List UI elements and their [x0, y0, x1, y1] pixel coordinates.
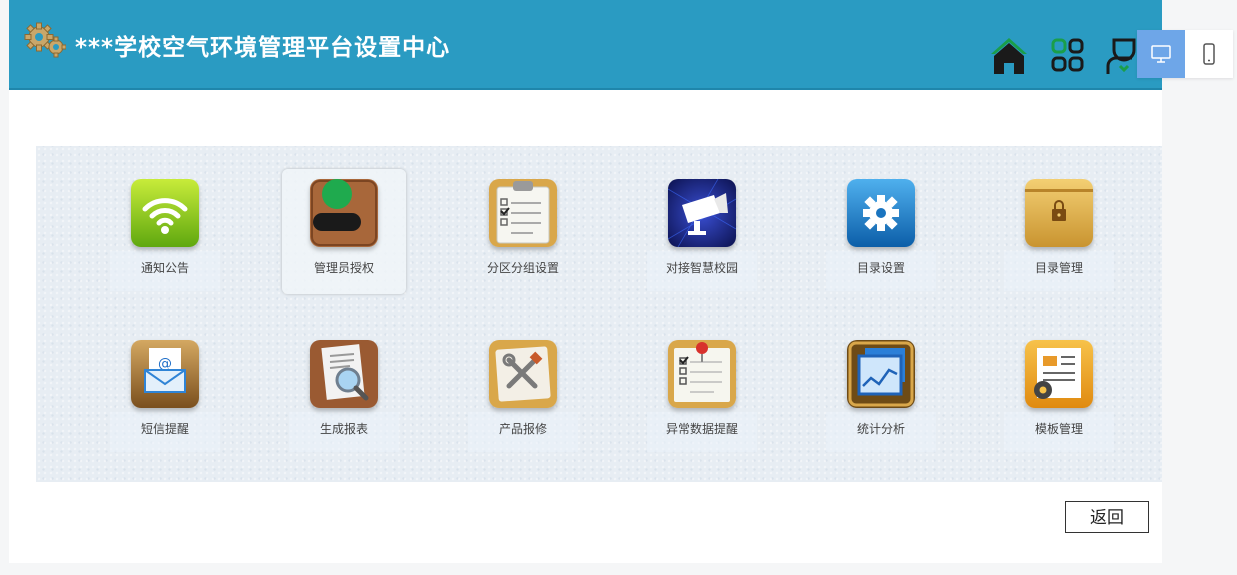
menu-tile-smart-campus[interactable]: 对接智慧校园 — [640, 169, 764, 294]
book-icon — [310, 179, 378, 247]
report-search-icon — [310, 340, 378, 408]
menu-tile-statistics[interactable]: 统计分析 — [819, 330, 943, 455]
tile-label: 模板管理 — [1034, 422, 1083, 436]
home-icon[interactable] — [989, 36, 1029, 76]
gear-icon — [847, 179, 915, 247]
mobile-view-button[interactable] — [1185, 30, 1233, 78]
menu-tile-directory-manage[interactable]: 目录管理 — [997, 169, 1121, 294]
tile-label: 对接智慧校园 — [665, 261, 738, 275]
tile-label: 目录管理 — [1034, 261, 1083, 275]
page-title: ***学校空气环境管理平台设置中心 — [75, 35, 451, 61]
menu-tile-repair[interactable]: 产品报修 — [461, 330, 585, 455]
chart-window-icon — [847, 340, 915, 408]
tools-icon — [489, 340, 557, 408]
header-bar: ***学校空气环境管理平台设置中心 — [9, 0, 1162, 90]
gears-logo-icon — [24, 22, 66, 58]
tile-label: 生成报表 — [319, 422, 368, 436]
tile-label: 产品报修 — [498, 422, 547, 436]
menu-panel: 通知公告 管理员授权 分区分组设置 对接智慧校园 目录设置 目录管理 @ 短信提… — [36, 146, 1162, 482]
apps-grid-icon[interactable] — [1047, 36, 1087, 76]
tile-label: 目录设置 — [856, 261, 905, 275]
tile-label: 短信提醒 — [140, 422, 189, 436]
desktop-icon — [1151, 45, 1171, 63]
menu-tile-directory-settings[interactable]: 目录设置 — [819, 169, 943, 294]
menu-tile-admin-auth[interactable]: 管理员授权 — [282, 169, 406, 294]
menu-tile-zone-group[interactable]: 分区分组设置 — [461, 169, 585, 294]
tile-label: 统计分析 — [856, 422, 905, 436]
back-button[interactable]: 返回 — [1065, 501, 1149, 533]
camera-icon — [668, 179, 736, 247]
menu-tile-report[interactable]: 生成报表 — [282, 330, 406, 455]
template-icon — [1025, 340, 1093, 408]
device-toggle — [1137, 30, 1233, 78]
wifi-icon — [131, 179, 199, 247]
desktop-view-button[interactable] — [1137, 30, 1185, 78]
menu-tile-template[interactable]: 模板管理 — [997, 330, 1121, 455]
tile-label: 分区分组设置 — [486, 261, 559, 275]
clipboard-icon — [489, 179, 557, 247]
mail-icon: @ — [131, 340, 199, 408]
tile-label: 异常数据提醒 — [665, 422, 738, 436]
folder-lock-icon — [1025, 179, 1093, 247]
menu-tile-abnormal-alert[interactable]: 异常数据提醒 — [640, 330, 764, 455]
menu-tile-sms[interactable]: @ 短信提醒 — [103, 330, 227, 455]
main-frame: ***学校空气环境管理平台设置中心 通知公告 管理员授权 分区分组设置 对接智慧… — [9, 0, 1162, 563]
menu-tile-notice[interactable]: 通知公告 — [103, 169, 227, 294]
tile-label: 管理员授权 — [313, 261, 374, 275]
tile-label: 通知公告 — [140, 261, 189, 275]
mobile-icon — [1203, 43, 1215, 65]
checklist-pin-icon — [668, 340, 736, 408]
